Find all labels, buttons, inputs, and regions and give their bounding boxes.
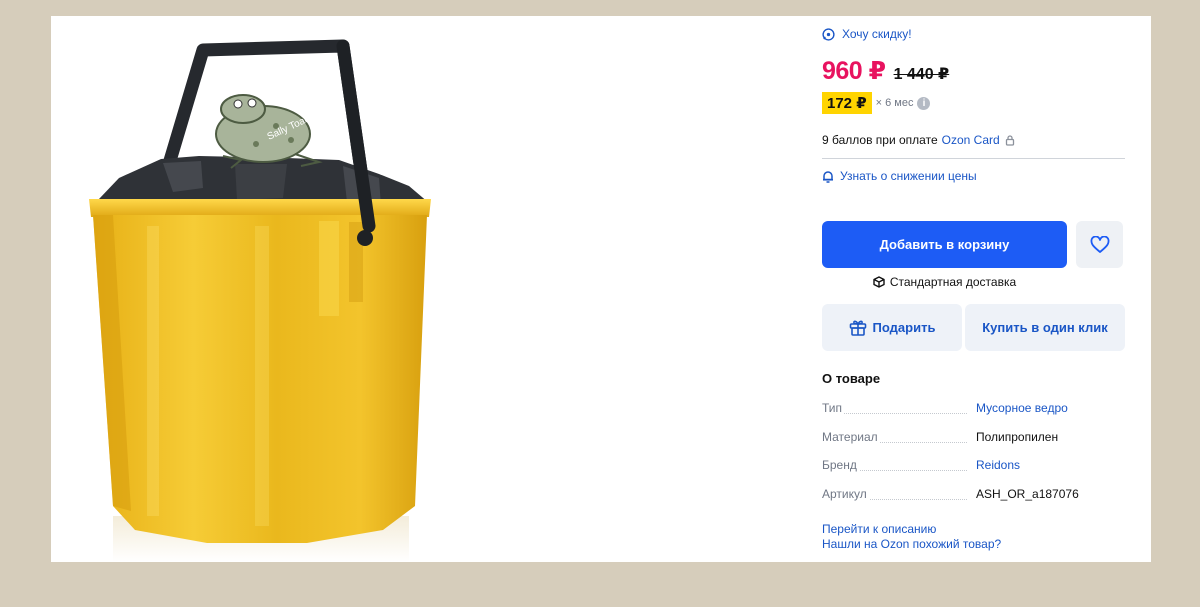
chat-icon — [822, 27, 835, 41]
buy-one-click-button[interactable]: Купить в один клик — [965, 304, 1125, 351]
dotted-leader — [842, 413, 967, 414]
product-image-gallery[interactable]: Sally Toad — [51, 16, 811, 562]
spec-value-type-link[interactable]: Мусорное ведро — [976, 401, 1068, 415]
bonus-row: 9 баллов при оплате Ozon Card — [822, 133, 1016, 147]
spec-row-material: Материал Полипропилен — [822, 430, 1125, 446]
product-card: Sally Toad Хочу скидку! 960 ₽ 1 440 ₽ 17… — [51, 16, 1151, 562]
spec-key: Материал — [822, 430, 880, 444]
discount-request-link[interactable]: Хочу скидку! — [822, 26, 912, 42]
clipped-top-row — [822, 16, 1125, 17]
dotted-leader — [842, 470, 967, 471]
installment-amount: 172 ₽ — [822, 92, 872, 114]
installment-term: × 6 мес — [875, 97, 914, 109]
about-title: О товаре — [822, 371, 881, 386]
spec-value-brand-link[interactable]: Reidons — [976, 458, 1020, 472]
gift-button[interactable]: Подарить — [822, 304, 962, 351]
current-price: 960 ₽ — [822, 57, 886, 85]
lock-icon — [1005, 135, 1014, 146]
delivery-label: Стандартная доставка — [889, 275, 1017, 289]
installment-row[interactable]: 172 ₽ × 6 мес i — [822, 92, 931, 114]
toad-sticker: Sally Toad — [215, 94, 323, 169]
discount-label: Хочу скидку! — [842, 27, 912, 41]
divider — [822, 158, 1125, 159]
price-alert-link[interactable]: Узнать о снижении цены — [822, 169, 977, 183]
favorite-button[interactable] — [1076, 221, 1123, 268]
found-similar-link[interactable]: Нашли на Ozon похожий товар? — [822, 537, 1001, 551]
spec-value: ASH_OR_a187076 — [976, 487, 1079, 501]
spec-row-article: Артикул ASH_OR_a187076 — [822, 487, 1125, 503]
spec-key: Артикул — [822, 487, 869, 501]
heart-icon — [1090, 235, 1109, 253]
spec-value: Полипропилен — [976, 430, 1059, 444]
delivery-info: Стандартная доставка — [822, 275, 1067, 289]
bonus-text: 9 баллов при оплате — [822, 133, 938, 147]
price-block: 960 ₽ 1 440 ₽ — [822, 56, 949, 86]
box-icon — [873, 276, 885, 288]
gift-icon — [849, 320, 866, 336]
gift-label: Подарить — [872, 320, 936, 335]
add-to-cart-button[interactable]: Добавить в корзину — [822, 221, 1067, 268]
old-price: 1 440 ₽ — [893, 66, 950, 83]
bell-icon — [823, 170, 833, 183]
spec-key: Бренд — [822, 458, 859, 472]
info-icon[interactable]: i — [917, 96, 931, 110]
price-alert-label: Узнать о снижении цены — [840, 169, 977, 183]
go-to-description-link[interactable]: Перейти к описанию — [822, 522, 936, 536]
spec-row-type: Тип Мусорное ведро — [822, 401, 1125, 417]
product-sidebar: Хочу скидку! 960 ₽ 1 440 ₽ 172 ₽ × 6 мес… — [822, 16, 1125, 562]
spec-key: Тип — [822, 401, 845, 415]
product-image: Sally Toad — [89, 39, 431, 562]
spec-row-brand: Бренд Reidons — [822, 458, 1125, 474]
ozon-card-link[interactable]: Ozon Card — [942, 133, 1000, 147]
